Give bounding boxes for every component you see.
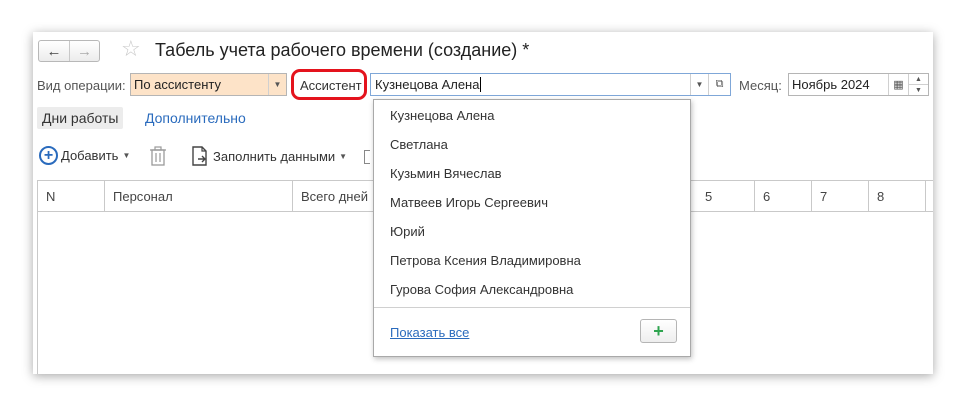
open-form-icon[interactable]: ⧉	[708, 74, 730, 95]
chevron-down-icon: ▼	[339, 151, 348, 161]
tab-work-days[interactable]: Дни работы	[37, 107, 124, 129]
document-window: ← → ☆ Табель учета рабочего времени (соз…	[33, 32, 933, 374]
show-all-link[interactable]: Показать все	[390, 325, 469, 340]
divider	[374, 307, 690, 308]
column-header-day-8[interactable]: 8	[869, 181, 926, 212]
assistant-dropdown-list: Кузнецова Алена Светлана Кузьмин Вячесла…	[373, 99, 691, 357]
list-item[interactable]: Кузьмин Вячеслав	[390, 166, 502, 181]
column-header-day-5[interactable]: 5	[697, 181, 755, 212]
forward-arrow-icon[interactable]: →	[69, 41, 99, 61]
tab-additional[interactable]: Дополнительно	[145, 110, 246, 126]
column-header-personnel[interactable]: Персонал	[105, 181, 293, 212]
operation-type-label: Вид операции:	[37, 78, 126, 93]
assistant-input-value: Кузнецова Алена	[375, 77, 480, 92]
fill-data-label: Заполнить данными	[213, 148, 336, 164]
column-header-day-6[interactable]: 6	[755, 181, 812, 212]
calendar-icon[interactable]: ▦	[888, 74, 908, 95]
page-title: Табель учета рабочего времени (создание)…	[155, 40, 530, 60]
list-item[interactable]: Петрова Ксения Владимировна	[390, 253, 581, 268]
spin-up-icon[interactable]: ▲	[909, 74, 928, 84]
spin-down-icon[interactable]: ▼	[909, 84, 928, 95]
month-value: Ноябрь 2024	[792, 77, 870, 92]
chevron-down-icon[interactable]: ▼	[690, 74, 708, 95]
add-item-plus-icon[interactable]: +	[640, 319, 677, 343]
month-spinner[interactable]: ▲ ▼	[908, 74, 928, 95]
back-arrow-icon[interactable]: ←	[39, 41, 69, 61]
add-button-label: Добавить	[61, 148, 119, 163]
favorite-star-icon[interactable]: ☆	[121, 38, 141, 60]
list-item[interactable]: Кузнецова Алена	[390, 108, 494, 123]
assistant-input[interactable]: Кузнецова Алена ▼ ⧉	[370, 73, 731, 96]
month-field[interactable]: Ноябрь 2024 ▦ ▲ ▼	[788, 73, 929, 96]
operation-type-value: По ассистенту	[134, 77, 221, 92]
navigation-buttons: ← →	[38, 40, 100, 62]
fill-data-button[interactable]: Заполнить данными ▼	[191, 146, 347, 166]
print-icon[interactable]	[364, 150, 370, 164]
fill-document-icon	[192, 146, 207, 166]
add-circle-icon: +	[39, 146, 58, 165]
list-item[interactable]: Юрий	[390, 224, 425, 239]
operation-type-select[interactable]: По ассистенту ▼	[130, 73, 287, 96]
column-header-day-7[interactable]: 7	[812, 181, 869, 212]
chevron-down-icon[interactable]: ▼	[268, 74, 286, 95]
list-item[interactable]: Светлана	[390, 137, 448, 152]
month-label: Месяц:	[739, 78, 782, 93]
add-button[interactable]: + Добавить ▼	[39, 146, 130, 165]
highlight-ring	[291, 69, 367, 100]
text-cursor	[480, 77, 482, 92]
delete-trash-icon[interactable]	[149, 146, 167, 166]
list-item[interactable]: Гурова София Александровна	[390, 282, 573, 297]
column-header-total-days[interactable]: Всего дней	[293, 181, 378, 212]
list-item[interactable]: Матвеев Игорь Сергеевич	[390, 195, 548, 210]
column-header-n[interactable]: N	[38, 181, 105, 212]
chevron-down-icon: ▼	[122, 151, 131, 160]
